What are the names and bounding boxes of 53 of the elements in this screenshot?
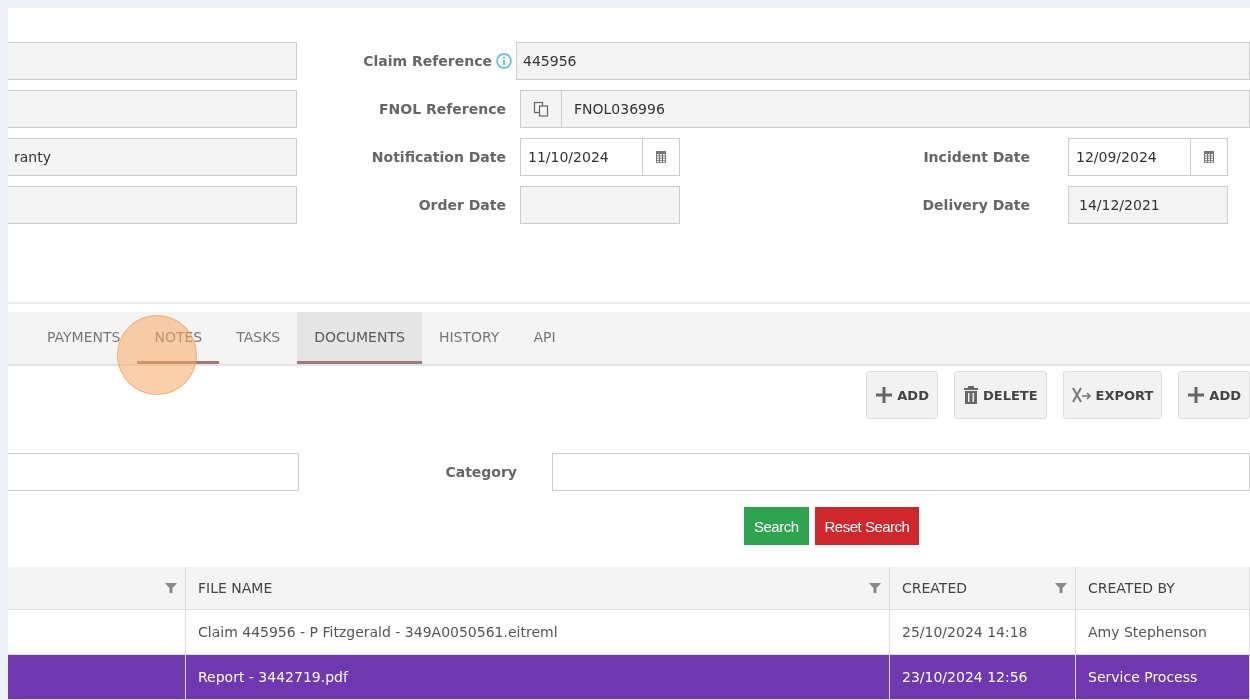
table-cell: 23/10/2024 12:56 <box>890 655 1076 699</box>
text-field[interactable] <box>8 42 297 80</box>
incident-date-field[interactable]: 12/09/2024 <box>1068 138 1228 176</box>
tab[interactable]: API <box>516 312 573 364</box>
copy-icon[interactable] <box>533 101 549 117</box>
incident-date-label: Incident Date <box>923 149 1031 165</box>
table-cell: Amy Stephenson <box>1076 610 1250 654</box>
filter-icon[interactable] <box>869 582 881 594</box>
calendar-icon[interactable] <box>655 150 667 164</box>
order-date-field[interactable] <box>520 186 680 224</box>
delivery-date-label: Delivery Date <box>922 197 1031 213</box>
toolbar-button[interactable]: EXPORT <box>1062 371 1163 419</box>
category-field[interactable] <box>552 453 1250 491</box>
tab[interactable]: DOCUMENTS <box>297 312 422 364</box>
column-header[interactable]: CREATED <box>890 567 1076 609</box>
toolbar-button[interactable]: ADD <box>866 371 938 419</box>
date-value: 12/09/2024 <box>1075 149 1158 165</box>
fnol-reference-label: FNOL Reference <box>378 101 507 117</box>
filter-icon[interactable] <box>165 582 177 594</box>
filter-field[interactable] <box>8 453 299 491</box>
column-header[interactable]: FILE NAME <box>186 567 890 609</box>
calendar-icon[interactable] <box>1203 150 1215 164</box>
fnol-reference-value: FNOL036996 <box>573 101 665 117</box>
reset-search-button[interactable]: Reset Search <box>814 507 920 545</box>
text-field[interactable] <box>8 186 297 224</box>
order-date-label: Order Date <box>417 197 507 213</box>
text-field[interactable]: ranty <box>8 138 297 176</box>
table-cell: 25/10/2024 14:18 <box>890 610 1076 654</box>
table-cell: Service Process <box>1076 655 1250 699</box>
notification-date-label: Notification Date <box>370 149 507 165</box>
filter-icon[interactable] <box>1055 582 1067 594</box>
toolbar-button[interactable]: ADD <box>1178 371 1250 419</box>
table-row[interactable]: Report - 3442719.pdf 23/10/2024 12:56 Service Process <box>8 655 1250 700</box>
info-icon[interactable] <box>496 53 512 69</box>
table-cell: Claim 445956 - P Fitzgerald - 349A0050561.eitreml <box>186 610 890 654</box>
column-header[interactable]: CREATED BY <box>1076 567 1250 609</box>
tab[interactable]: PAYMENTS <box>30 312 138 364</box>
claim-reference-label: Claim Reference <box>362 53 493 69</box>
trash-icon <box>962 386 979 404</box>
tab[interactable]: TASKS <box>219 312 298 364</box>
text-field[interactable] <box>8 90 297 128</box>
delivery-date-field[interactable]: 14/12/2021 <box>1068 186 1228 224</box>
table-cell: Report - 3442719.pdf <box>186 655 890 699</box>
category-label: Category <box>444 464 518 480</box>
tab[interactable]: HISTORY <box>421 312 517 364</box>
export-icon <box>1071 387 1092 403</box>
fnol-reference-field[interactable]: FNOL036996 <box>520 90 1250 128</box>
plus-icon <box>1187 386 1206 404</box>
claim-reference-field[interactable]: 445956 <box>516 42 1250 80</box>
toolbar-button[interactable]: DELETE <box>953 371 1047 419</box>
date-value: 11/10/2024 <box>527 149 610 165</box>
plus-icon <box>875 386 894 404</box>
notification-date-field[interactable]: 11/10/2024 <box>520 138 680 176</box>
